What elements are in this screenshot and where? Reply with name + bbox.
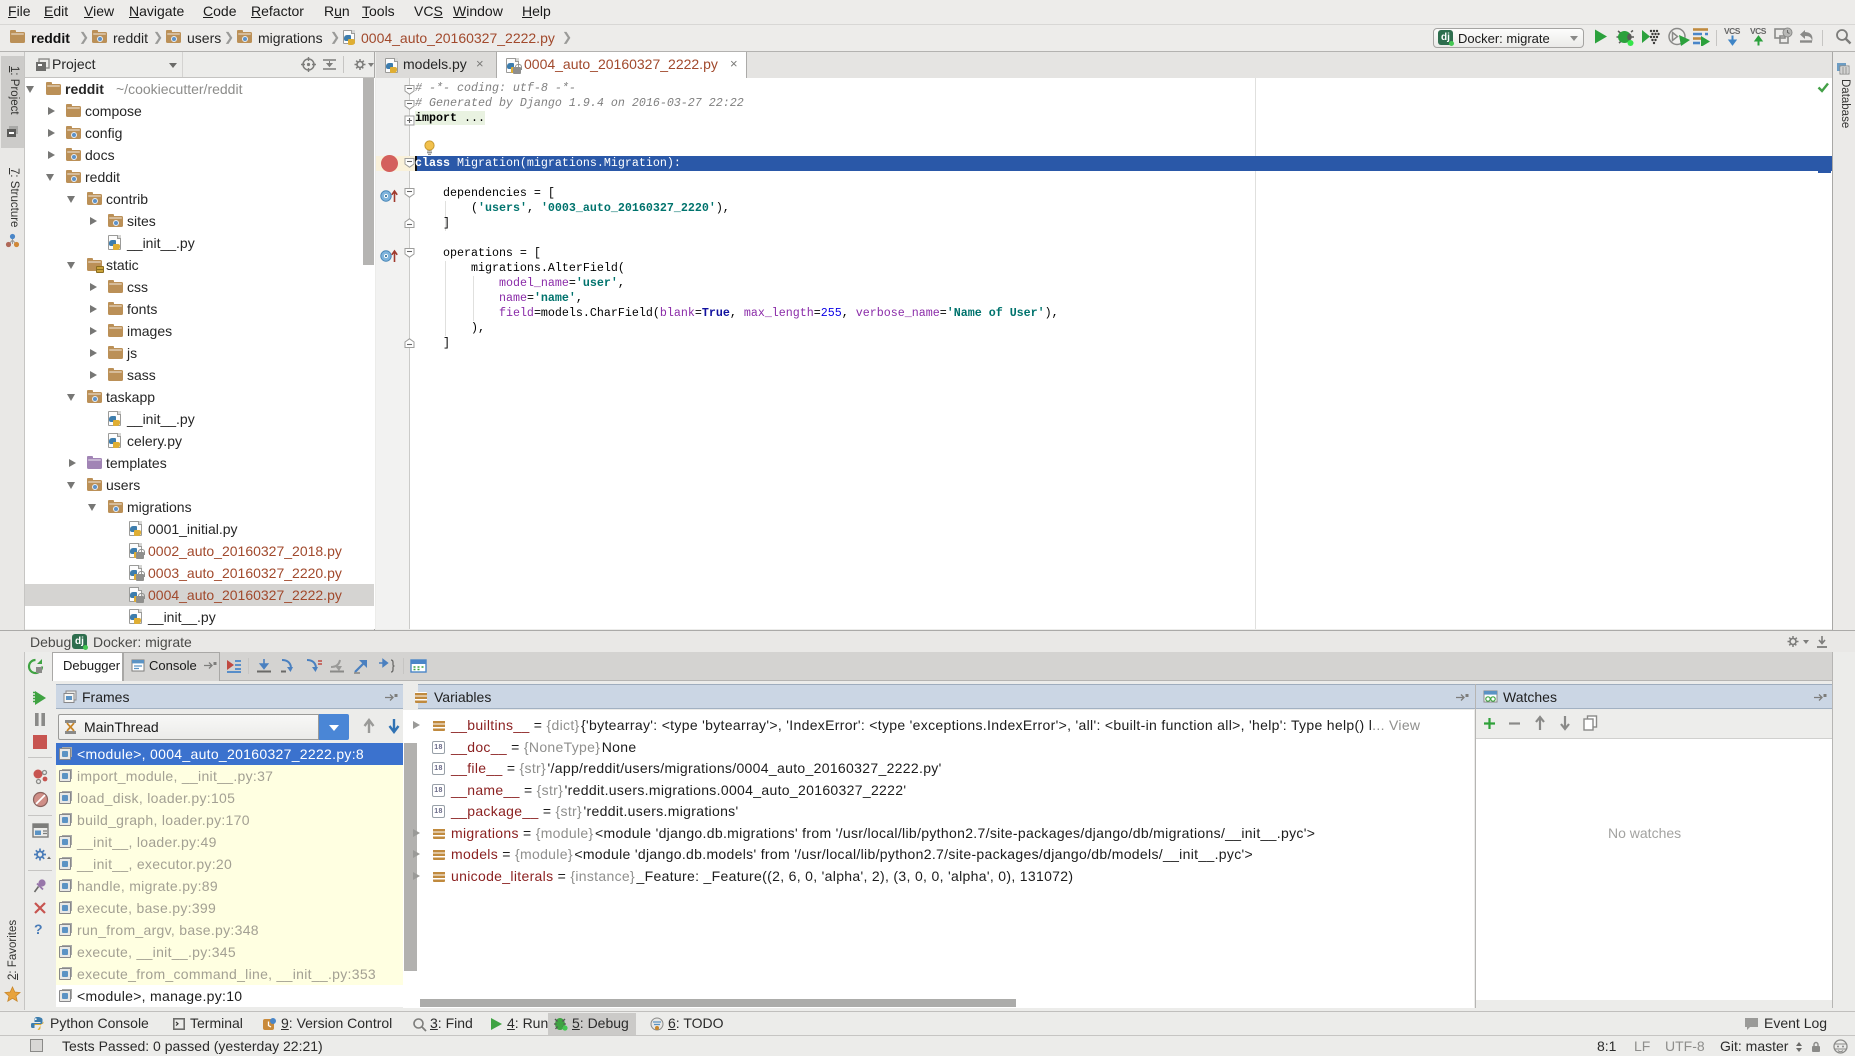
svg-text:VCS: VCS [1724, 26, 1741, 36]
svg-text:VCS: VCS [1750, 26, 1767, 36]
